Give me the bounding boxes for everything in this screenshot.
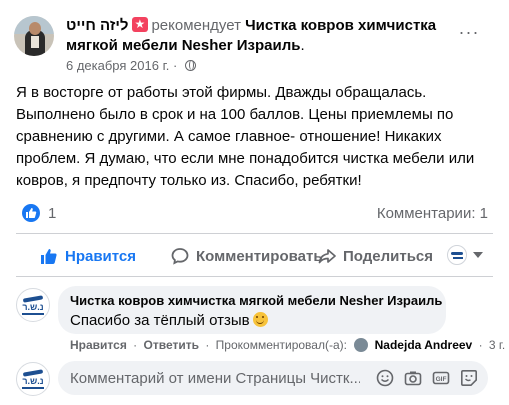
thumbs-up-icon <box>41 249 57 264</box>
separator: · <box>133 338 138 352</box>
commenter-avatar <box>354 338 369 352</box>
comment-bubble: Чистка ковров химчистка мягкой мебели Ne… <box>58 286 446 334</box>
comment-text-line: Спасибо за тёплый отзыв <box>70 311 434 331</box>
recommendation-post: ליזה חייט рекомендует Чистка ковров химчи… <box>0 0 509 405</box>
recommends-label: рекомендует <box>151 17 241 34</box>
globe-icon[interactable] <box>184 60 196 71</box>
smiley-emoji-icon <box>252 312 268 327</box>
chevron-down-icon <box>473 252 483 258</box>
commenter-page-avatar[interactable]: נ.ש.ר <box>16 288 50 322</box>
comment-reply-link[interactable]: Ответить <box>144 338 199 352</box>
sticker-icon[interactable] <box>460 369 478 387</box>
post-header-line2: мягкой мебели Nesher Израиль. <box>66 36 305 56</box>
post-date[interactable]: 6 декабря 2016 г. <box>66 58 169 73</box>
separator: · <box>205 338 210 352</box>
post-text: Я в восторге от работы этой фирмы. Дважд… <box>16 84 475 189</box>
comment-composer: GIF <box>58 361 488 395</box>
author-name[interactable]: ליזה חייט <box>66 17 128 34</box>
recommendation-star-icon <box>132 16 149 32</box>
comment-text: Спасибо за тёплый отзыв <box>70 312 250 329</box>
speech-bubble-icon <box>171 248 189 265</box>
post-header: ליזה חייט рекомендует Чистка ковров химчи… <box>66 16 436 36</box>
share-button[interactable]: Поделиться <box>318 242 433 270</box>
smiley-icon[interactable] <box>376 369 394 387</box>
gif-icon[interactable]: GIF <box>432 369 450 387</box>
like-button[interactable]: Нравится <box>40 242 136 270</box>
commented-by-label: Прокомментировал(-а): <box>215 338 347 352</box>
logo-text: נ.ש.ר <box>22 302 44 312</box>
composer-page-avatar[interactable]: נ.ש.ר <box>16 362 50 396</box>
comment-time[interactable]: 3 г. <box>489 338 505 352</box>
composer-tools: GIF <box>376 369 478 387</box>
page-name-period: . <box>300 37 305 54</box>
comment-label: Комментировать <box>196 247 323 265</box>
page-avatar-small <box>447 245 467 265</box>
ellipsis-icon: ··· <box>458 22 480 42</box>
post-meta: 6 декабря 2016 г. · <box>66 58 196 74</box>
divider <box>16 233 493 234</box>
comments-count[interactable]: Комментарии: 1 <box>377 205 488 223</box>
more-options-button[interactable]: ··· <box>454 20 484 50</box>
camera-icon[interactable] <box>404 369 422 387</box>
share-label: Поделиться <box>343 247 434 265</box>
post-as-selector[interactable] <box>447 245 483 265</box>
page-link[interactable]: Чистка ковров химчистка <box>245 17 436 34</box>
like-reaction-icon[interactable] <box>22 204 40 222</box>
svg-text:GIF: GIF <box>436 376 447 383</box>
commenter-name[interactable]: Nadejda Andreev <box>375 338 473 352</box>
like-label: Нравится <box>65 247 137 265</box>
divider <box>16 276 493 277</box>
reactions-count[interactable]: 1 <box>48 205 56 223</box>
author-avatar[interactable] <box>14 16 54 56</box>
logo-text: נ.ש.ר <box>22 376 44 386</box>
page-link-continued[interactable]: мягкой мебели Nesher Израиль <box>66 37 300 54</box>
comment-button[interactable]: Комментировать <box>171 242 323 270</box>
separator: · <box>478 338 483 352</box>
comment-input[interactable] <box>70 361 360 395</box>
comment-like-link[interactable]: Нравится <box>70 338 127 352</box>
comment-author[interactable]: Чистка ковров химчистка мягкой мебели Ne… <box>70 293 442 309</box>
share-arrow-icon <box>318 249 336 264</box>
comment-actions: Нравится · Ответить · Прокомментировал(-… <box>70 337 505 353</box>
meta-separator: · <box>172 58 178 73</box>
